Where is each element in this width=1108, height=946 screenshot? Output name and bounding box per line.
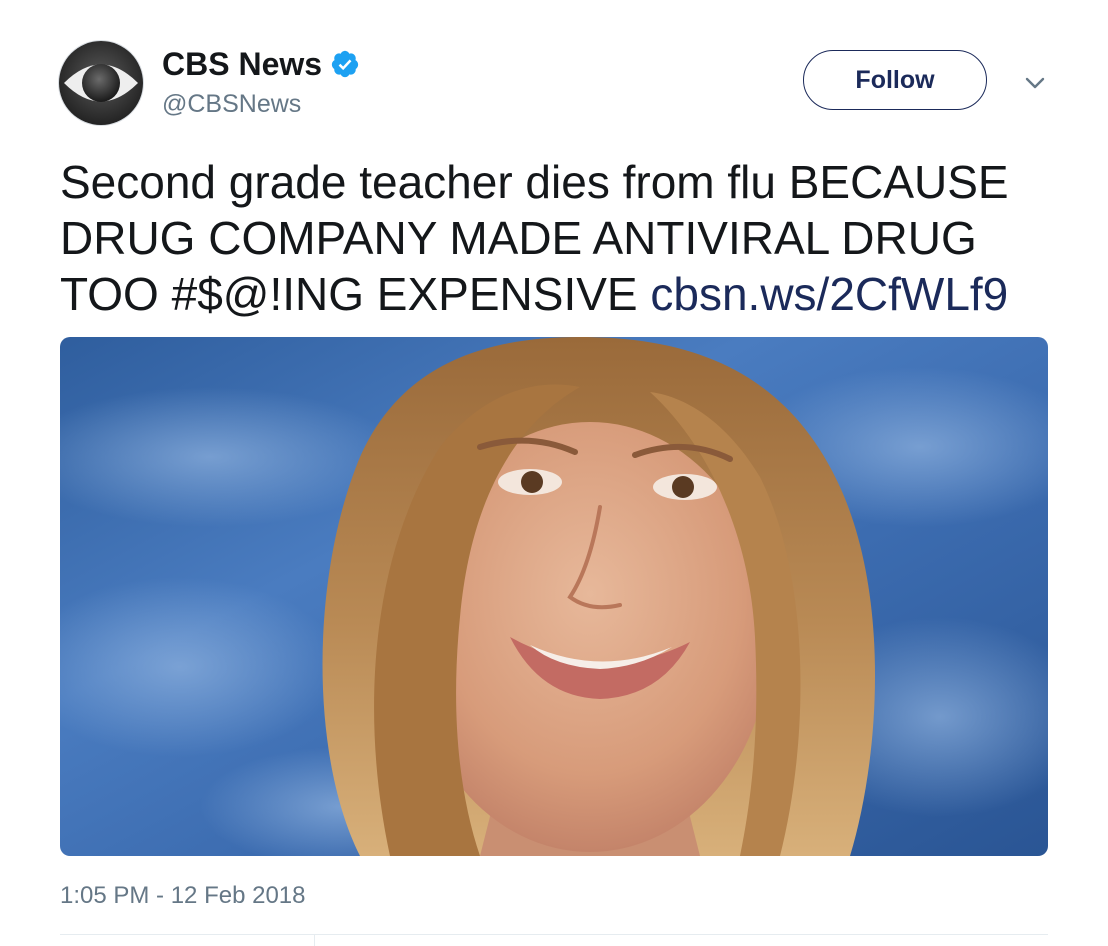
divider xyxy=(60,934,1048,935)
follow-button[interactable]: Follow xyxy=(803,50,987,110)
portrait-photo-icon xyxy=(60,337,1048,856)
author-name-row[interactable]: CBS News xyxy=(162,44,360,84)
tweet-timestamp[interactable]: 1:05 PM - 12 Feb 2018 xyxy=(60,880,305,912)
divider-tick xyxy=(314,934,315,946)
tweet-link[interactable]: cbsn.ws/2CfWLf9 xyxy=(650,268,1008,320)
tweet-text: Second grade teacher dies from flu BECAU… xyxy=(60,154,1050,322)
cbs-eye-logo-icon xyxy=(59,41,143,125)
avatar[interactable] xyxy=(58,40,144,126)
tweet-card: CBS News @CBSNews Follow Second grade te… xyxy=(0,0,1108,946)
verified-badge-icon xyxy=(331,50,359,78)
author-display-name[interactable]: CBS News xyxy=(162,44,322,84)
chevron-down-icon[interactable] xyxy=(1020,68,1050,98)
author-handle[interactable]: @CBSNews xyxy=(162,88,301,120)
tweet-media-photo[interactable] xyxy=(60,337,1048,856)
